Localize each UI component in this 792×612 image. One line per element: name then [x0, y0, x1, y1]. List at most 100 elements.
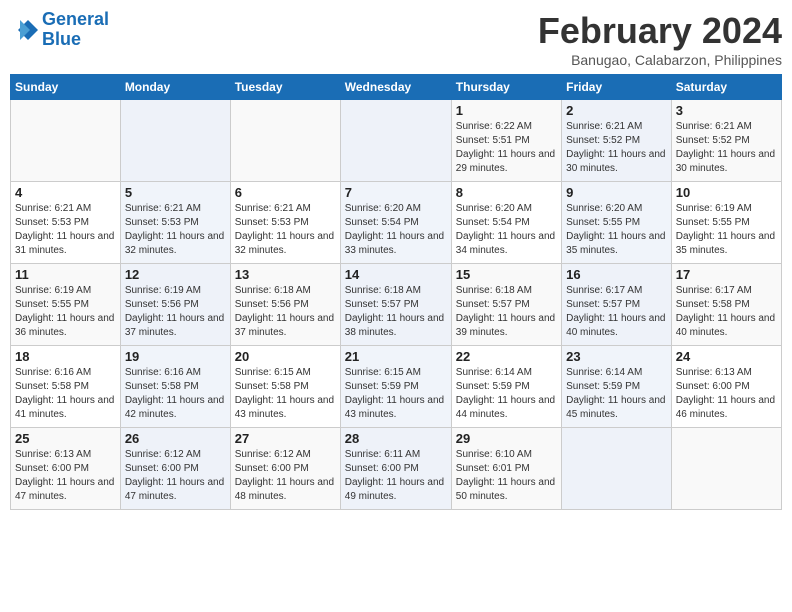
day-header-monday: Monday — [120, 75, 230, 100]
day-info: Sunrise: 6:12 AM Sunset: 6:00 PM Dayligh… — [125, 448, 226, 504]
day-number: 6 — [235, 185, 336, 200]
day-number: 23 — [566, 349, 667, 364]
day-number: 17 — [676, 267, 777, 282]
day-info: Sunrise: 6:14 AM Sunset: 5:59 PM Dayligh… — [456, 366, 557, 422]
calendar-body: 1Sunrise: 6:22 AM Sunset: 5:51 PM Daylig… — [11, 100, 782, 510]
calendar-cell: 5 Sunrise: 6:21 AM Sunset: 5:53 PM Daylig… — [120, 182, 230, 264]
day-info: Sunrise: 6:16 AM Sunset: 5:58 PM Dayligh… — [125, 366, 226, 422]
day-info: Sunrise: 6:14 AM Sunset: 5:59 PM Dayligh… — [566, 366, 667, 422]
calendar-cell: 8Sunrise: 6:20 AM Sunset: 5:54 PM Daylig… — [451, 182, 561, 264]
title-block: February 2024 Banugao, Calabarzon, Phili… — [538, 10, 782, 68]
day-info: Sunrise: 6:15 AM Sunset: 5:59 PM Dayligh… — [345, 366, 447, 422]
day-info: Sunrise: 6:17 AM Sunset: 5:58 PM Dayligh… — [676, 284, 777, 340]
day-number: 22 — [456, 349, 557, 364]
calendar-cell: 11Sunrise: 6:19 AM Sunset: 5:55 PM Dayli… — [11, 264, 121, 346]
calendar-cell: 6 Sunrise: 6:21 AM Sunset: 5:53 PM Daylig… — [230, 182, 340, 264]
page-header: General Blue February 2024 Banugao, Cala… — [10, 10, 782, 68]
day-number: 2 — [566, 103, 667, 118]
day-info: Sunrise: 6:21 AM Sunset: 5:52 PM Dayligh… — [566, 120, 667, 176]
logo: General Blue — [10, 10, 109, 50]
calendar-cell: 7 Sunrise: 6:20 AM Sunset: 5:54 PM Daylig… — [340, 182, 451, 264]
calendar-cell: 2 Sunrise: 6:21 AM Sunset: 5:52 PM Daylig… — [562, 100, 672, 182]
calendar-week-3: 11Sunrise: 6:19 AM Sunset: 5:55 PM Dayli… — [11, 264, 782, 346]
day-info: Sunrise: 6:17 AM Sunset: 5:57 PM Dayligh… — [566, 284, 667, 340]
day-info: Sunrise: 6:12 AM Sunset: 6:00 PM Dayligh… — [235, 448, 336, 504]
day-number: 4 — [15, 185, 116, 200]
day-number: 19 — [125, 349, 226, 364]
calendar-cell: 23 Sunrise: 6:14 AM Sunset: 5:59 PM Dayli… — [562, 346, 672, 428]
calendar-cell — [120, 100, 230, 182]
day-info: Sunrise: 6:21 AM Sunset: 5:52 PM Dayligh… — [676, 120, 777, 176]
calendar-cell: 14 Sunrise: 6:18 AM Sunset: 5:57 PM Dayli… — [340, 264, 451, 346]
day-info: Sunrise: 6:21 AM Sunset: 5:53 PM Dayligh… — [125, 202, 226, 258]
day-number: 7 — [345, 185, 447, 200]
day-header-sunday: Sunday — [11, 75, 121, 100]
calendar-cell: 29 Sunrise: 6:10 AM Sunset: 6:01 PM Dayli… — [451, 428, 561, 510]
day-info: Sunrise: 6:18 AM Sunset: 5:57 PM Dayligh… — [456, 284, 557, 340]
calendar-cell: 9Sunrise: 6:20 AM Sunset: 5:55 PM Daylig… — [562, 182, 672, 264]
day-info: Sunrise: 6:18 AM Sunset: 5:56 PM Dayligh… — [235, 284, 336, 340]
day-header-friday: Friday — [562, 75, 672, 100]
calendar-week-1: 1Sunrise: 6:22 AM Sunset: 5:51 PM Daylig… — [11, 100, 782, 182]
calendar-week-5: 25 Sunrise: 6:13 AM Sunset: 6:00 PM Dayli… — [11, 428, 782, 510]
day-info: Sunrise: 6:19 AM Sunset: 5:55 PM Dayligh… — [676, 202, 777, 258]
day-info: Sunrise: 6:19 AM Sunset: 5:55 PM Dayligh… — [15, 284, 116, 340]
day-number: 18 — [15, 349, 116, 364]
day-header-wednesday: Wednesday — [340, 75, 451, 100]
day-info: Sunrise: 6:13 AM Sunset: 6:00 PM Dayligh… — [15, 448, 116, 504]
calendar-cell: 17 Sunrise: 6:17 AM Sunset: 5:58 PM Dayli… — [671, 264, 781, 346]
day-number: 16 — [566, 267, 667, 282]
day-info: Sunrise: 6:15 AM Sunset: 5:58 PM Dayligh… — [235, 366, 336, 422]
day-number: 13 — [235, 267, 336, 282]
day-number: 5 — [125, 185, 226, 200]
calendar-week-4: 18 Sunrise: 6:16 AM Sunset: 5:58 PM Dayli… — [11, 346, 782, 428]
day-info: Sunrise: 6:20 AM Sunset: 5:55 PM Dayligh… — [566, 202, 667, 258]
day-info: Sunrise: 6:19 AM Sunset: 5:56 PM Dayligh… — [125, 284, 226, 340]
calendar-cell: 18 Sunrise: 6:16 AM Sunset: 5:58 PM Dayli… — [11, 346, 121, 428]
day-number: 25 — [15, 431, 116, 446]
day-number: 10 — [676, 185, 777, 200]
calendar-table: SundayMondayTuesdayWednesdayThursdayFrid… — [10, 74, 782, 510]
day-number: 20 — [235, 349, 336, 364]
day-number: 14 — [345, 267, 447, 282]
day-info: Sunrise: 6:21 AM Sunset: 5:53 PM Dayligh… — [235, 202, 336, 258]
calendar-cell: 3Sunrise: 6:21 AM Sunset: 5:52 PM Daylig… — [671, 100, 781, 182]
logo-text: General Blue — [42, 10, 109, 50]
calendar-cell: 1Sunrise: 6:22 AM Sunset: 5:51 PM Daylig… — [451, 100, 561, 182]
logo-line1: General — [42, 9, 109, 29]
calendar-cell — [562, 428, 672, 510]
calendar-cell: 25 Sunrise: 6:13 AM Sunset: 6:00 PM Dayli… — [11, 428, 121, 510]
logo-icon — [10, 16, 38, 44]
day-header-thursday: Thursday — [451, 75, 561, 100]
calendar-cell: 10 Sunrise: 6:19 AM Sunset: 5:55 PM Dayli… — [671, 182, 781, 264]
day-number: 24 — [676, 349, 777, 364]
calendar-cell: 24 Sunrise: 6:13 AM Sunset: 6:00 PM Dayli… — [671, 346, 781, 428]
day-number: 29 — [456, 431, 557, 446]
calendar-cell: 13 Sunrise: 6:18 AM Sunset: 5:56 PM Dayli… — [230, 264, 340, 346]
calendar-week-2: 4 Sunrise: 6:21 AM Sunset: 5:53 PM Daylig… — [11, 182, 782, 264]
day-number: 26 — [125, 431, 226, 446]
day-info: Sunrise: 6:13 AM Sunset: 6:00 PM Dayligh… — [676, 366, 777, 422]
calendar-cell: 22 Sunrise: 6:14 AM Sunset: 5:59 PM Dayli… — [451, 346, 561, 428]
day-info: Sunrise: 6:11 AM Sunset: 6:00 PM Dayligh… — [345, 448, 447, 504]
day-info: Sunrise: 6:16 AM Sunset: 5:58 PM Dayligh… — [15, 366, 116, 422]
calendar-cell: 27 Sunrise: 6:12 AM Sunset: 6:00 PM Dayli… — [230, 428, 340, 510]
calendar-cell: 21 Sunrise: 6:15 AM Sunset: 5:59 PM Dayli… — [340, 346, 451, 428]
day-number: 27 — [235, 431, 336, 446]
calendar-cell: 16 Sunrise: 6:17 AM Sunset: 5:57 PM Dayli… — [562, 264, 672, 346]
calendar-cell: 20 Sunrise: 6:15 AM Sunset: 5:58 PM Dayli… — [230, 346, 340, 428]
calendar-cell: 12Sunrise: 6:19 AM Sunset: 5:56 PM Dayli… — [120, 264, 230, 346]
calendar-header-row: SundayMondayTuesdayWednesdayThursdayFrid… — [11, 75, 782, 100]
day-info: Sunrise: 6:20 AM Sunset: 5:54 PM Dayligh… — [345, 202, 447, 258]
month-title: February 2024 — [538, 10, 782, 52]
day-number: 28 — [345, 431, 447, 446]
day-number: 15 — [456, 267, 557, 282]
day-info: Sunrise: 6:22 AM Sunset: 5:51 PM Dayligh… — [456, 120, 557, 176]
day-info: Sunrise: 6:18 AM Sunset: 5:57 PM Dayligh… — [345, 284, 447, 340]
calendar-cell: 28 Sunrise: 6:11 AM Sunset: 6:00 PM Dayli… — [340, 428, 451, 510]
calendar-cell — [671, 428, 781, 510]
day-info: Sunrise: 6:10 AM Sunset: 6:01 PM Dayligh… — [456, 448, 557, 504]
day-number: 21 — [345, 349, 447, 364]
calendar-cell: 4Sunrise: 6:21 AM Sunset: 5:53 PM Daylig… — [11, 182, 121, 264]
calendar-cell: 19 Sunrise: 6:16 AM Sunset: 5:58 PM Dayli… — [120, 346, 230, 428]
